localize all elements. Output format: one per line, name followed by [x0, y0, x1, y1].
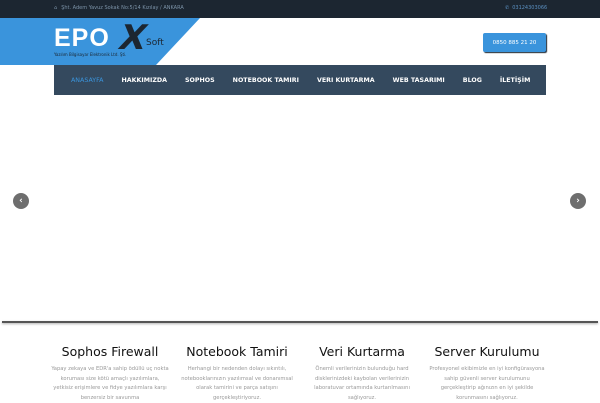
service-title[interactable]: Sophos Firewall	[50, 344, 170, 359]
service-text: Herhangi bir nedenden dolayı sıkıntılı, …	[181, 366, 293, 401]
logo-soft: Soft	[146, 38, 164, 48]
nav-iletisim[interactable]: İLETİŞİM	[500, 77, 530, 84]
top-bar: ⌂ Şht. Adem Yavuz Sokak No:5/14 Kızılay /…	[0, 0, 600, 18]
home-icon: ⌂	[54, 5, 58, 11]
nav-sophos[interactable]: SOPHOS	[185, 77, 215, 84]
main-nav: ANASAYFA HAKKIMIZDA SOPHOS NOTEBOOK TAMI…	[54, 65, 546, 95]
service-sophos: Sophos Firewall Yapay zekaya ve EDR'a sah…	[50, 344, 170, 403]
top-phone[interactable]: ✆ 03124303066	[505, 5, 547, 11]
address-text: Şht. Adem Yavuz Sokak No:5/14 Kızılay / …	[61, 5, 184, 11]
slider-next-button[interactable]: ›	[570, 193, 586, 209]
service-veri-kurtarma: Veri Kurtarma Önemli verilerinizin bulund…	[302, 344, 422, 403]
service-server: Server Kurulumu Profesyonel ekibimizle en…	[427, 344, 547, 403]
nav-veri-kurtarma[interactable]: VERI KURTARMA	[317, 77, 375, 84]
address: ⌂ Şht. Adem Yavuz Sokak No:5/14 Kızılay /…	[54, 5, 184, 11]
service-text: Önemli verilerinizin bulunduğu hard disk…	[314, 366, 410, 401]
nav-anasayfa[interactable]: ANASAYFA	[71, 77, 103, 84]
logo[interactable]: EPO X Soft Yazılım Bilgisayar Elektronik…	[54, 18, 164, 58]
slider-prev-button[interactable]: ‹	[13, 193, 29, 209]
nav-web-tasarimi[interactable]: WEB TASARIMI	[393, 77, 445, 84]
service-text: Yapay zekaya ve EDR'a sahip ödüllü uç no…	[51, 366, 169, 401]
phone-icon: ✆	[505, 5, 510, 11]
nav-notebook-tamiri[interactable]: NOTEBOOK TAMIRI	[233, 77, 299, 84]
service-title[interactable]: Veri Kurtarma	[302, 344, 422, 359]
slider-divider	[2, 321, 598, 323]
service-notebook: Notebook Tamiri Herhangi bir nedenden dol…	[177, 344, 297, 403]
top-phone-text: 03124303066	[512, 5, 548, 11]
nav-blog[interactable]: BLOG	[463, 77, 482, 84]
logo-main: EPO	[54, 24, 110, 52]
service-title[interactable]: Server Kurulumu	[427, 344, 547, 359]
service-title[interactable]: Notebook Tamiri	[177, 344, 297, 359]
nav-hakkimizda[interactable]: HAKKIMIZDA	[121, 77, 167, 84]
phone-button[interactable]: 0850 885 21 20	[483, 33, 546, 52]
service-text: Profesyonel ekibimizle en iyi konfigüras…	[429, 366, 545, 401]
